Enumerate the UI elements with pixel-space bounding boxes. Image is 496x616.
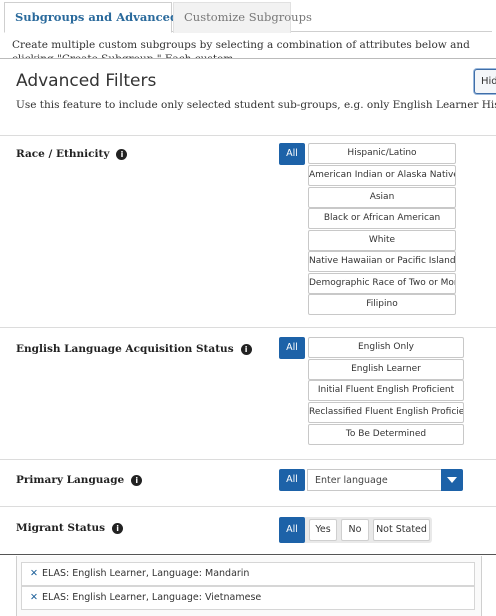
race-option[interactable]: Asian [308,187,456,208]
race-all-button[interactable]: All [279,143,305,165]
race-option[interactable]: Native Hawaiian or Pacific Islander [308,251,456,272]
elas-label-text: English Language Acquisition Status [16,343,234,355]
language-all-button[interactable]: All [279,469,305,491]
migrant-yes-button[interactable]: Yes [309,519,337,541]
migrant-all-button[interactable]: All [279,517,305,543]
advanced-filters-panel: Advanced Filters Hide Use this feature t… [0,58,496,555]
info-icon[interactable]: i [240,343,252,355]
panel-description: Use this feature to include only selecte… [16,99,496,111]
tab-subgroups-advanced-filters[interactable]: Subgroups and Advanced Filters [4,2,224,33]
race-option[interactable]: Hispanic/Latino [308,143,456,164]
panel-title: Advanced Filters [16,71,157,91]
elas-label: English Language Acquisition Status i [16,343,252,355]
divider [0,327,496,328]
migrant-no-button[interactable]: No [341,519,369,541]
remove-icon[interactable]: ✕ [30,568,38,579]
caret-down-icon [447,477,457,483]
elas-option[interactable]: Reclassified Fluent English Proficient [308,402,464,423]
race-option[interactable]: Black or African American [308,208,456,229]
migrant-status-button-group: All Yes No Not Stated [279,517,432,543]
elas-option[interactable]: To Be Determined [308,424,464,445]
selected-filter-label: ELAS: English Learner, Language: Mandari… [41,568,250,579]
divider [0,135,496,136]
selected-filter-label: ELAS: English Learner, Language: Vietnam… [41,592,262,603]
selected-filter-item: ✕ ELAS: English Learner, Language: Vietna… [21,586,475,610]
race-option[interactable]: Demographic Race of Two or More [308,273,456,294]
tab-customize-subgroups[interactable]: Customize Subgroups [173,2,312,33]
primary-language-label-text: Primary Language [16,474,125,486]
info-icon[interactable]: i [131,474,143,486]
info-icon[interactable]: i [112,522,124,534]
remove-icon[interactable]: ✕ [30,592,38,603]
selected-filter-item: ✕ ELAS: English Learner, Language: Mandar… [21,562,475,586]
race-ethnicity-label-text: Race / Ethnicity [16,148,110,160]
divider [0,506,496,507]
race-ethnicity-label: Race / Ethnicity i [16,148,128,160]
elas-all-button[interactable]: All [279,337,305,359]
migrant-not-stated-button[interactable]: Not Stated [373,519,430,541]
language-input[interactable]: Enter language [307,469,441,491]
elas-option[interactable]: English Learner [308,359,464,380]
migrant-status-label-text: Migrant Status [16,522,106,534]
migrant-status-label: Migrant Status i [16,522,124,534]
race-option[interactable]: Filipino [308,294,456,315]
selected-filters-list: ✕ ELAS: English Learner, Language: Mandar… [16,556,482,616]
elas-option[interactable]: English Only [308,337,464,358]
divider [0,459,496,460]
elas-option[interactable]: Initial Fluent English Proficient [308,380,464,401]
hide-button[interactable]: Hide [474,69,496,94]
race-option[interactable]: White [308,230,456,251]
primary-language-label: Primary Language i [16,474,143,486]
tab-bar: Subgroups and Advanced Filters Customize… [4,2,492,33]
language-dropdown-button[interactable] [441,469,463,491]
info-icon[interactable]: i [116,148,128,160]
race-option[interactable]: American Indian or Alaska Native [308,165,456,186]
